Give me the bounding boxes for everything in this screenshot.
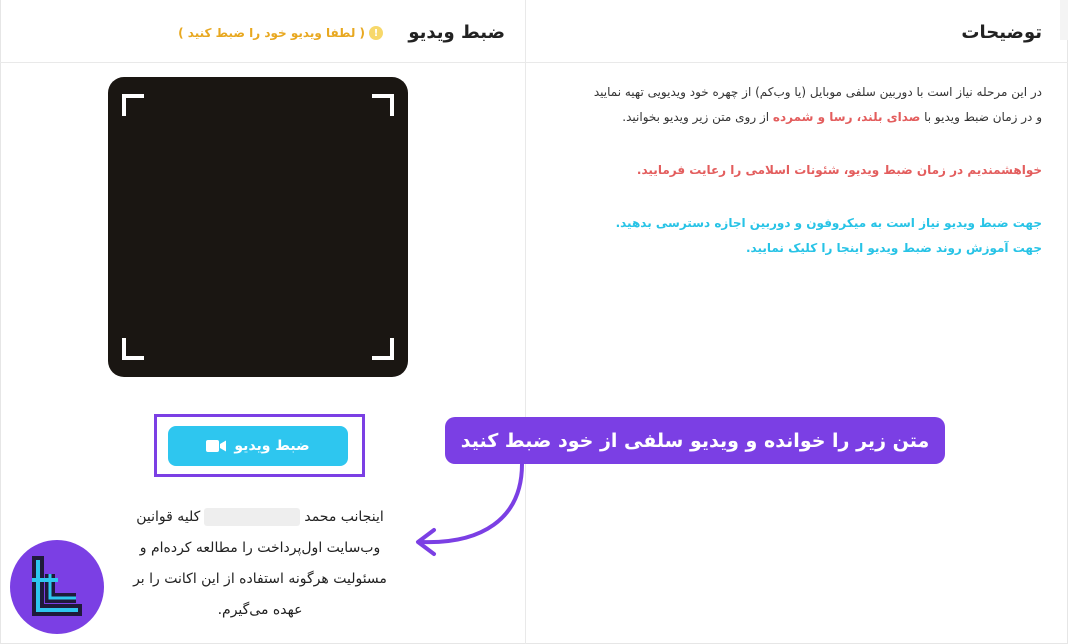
blurred-name	[204, 508, 301, 526]
record-button-label: ضبط ویدیو	[234, 438, 310, 454]
description-title: توضیحات	[961, 22, 1042, 43]
logo-mark-icon	[32, 556, 82, 616]
frame-corner-bottom-right	[372, 338, 394, 360]
commitment-text: اینجانب محمد کلیه قوانین وب‌سایت اول‌پردا…	[110, 502, 410, 626]
islamic-conduct-warning: خواهشمندیم در زمان ضبط ویدیو، شئونات اسل…	[636, 163, 1042, 177]
frame-corner-top-left	[122, 94, 144, 116]
tutorial-link[interactable]: جهت آموزش روند ضبط ویدیو اینجا را کلیک ن…	[542, 236, 1042, 261]
loud-voice-highlight: صدای بلند، رسا و شمرده	[772, 110, 921, 124]
record-video-title: ضبط ویدیو	[408, 22, 505, 43]
description-line-2-suffix: از روی متن زیر ویدیو بخوانید.	[622, 110, 770, 124]
record-hint-text: ( لطفا ویدیو خود را ضبط کنید )	[178, 26, 365, 40]
description-line-2-prefix: و در زمان ضبط ویدیو با	[924, 110, 1042, 124]
frame-corner-bottom-left	[122, 338, 144, 360]
commitment-name-prefix: اینجانب محمد	[304, 509, 384, 525]
video-preview	[108, 77, 408, 377]
description-line-2: و در زمان ضبط ویدیو با صدای بلند، رسا و …	[542, 105, 1042, 130]
warning-icon: !	[369, 26, 383, 40]
frame-corner-top-right	[372, 94, 394, 116]
brand-logo	[10, 540, 104, 634]
description-body: در این مرحله نیاز است با دوربین سلفی موب…	[542, 80, 1042, 261]
commitment-line-4: عهده می‌گیرم.	[217, 602, 303, 618]
annotation-callout: متن زیر را خوانده و ویدیو سلفی از خود ضب…	[445, 417, 945, 464]
annotation-arrow-icon	[416, 462, 524, 556]
scrollbar[interactable]	[1060, 0, 1068, 40]
description-line-1: در این مرحله نیاز است با دوربین سلفی موب…	[593, 85, 1042, 99]
commitment-line-1: اینجانب محمد کلیه قوانین	[110, 502, 410, 533]
video-camera-icon	[206, 440, 227, 452]
commitment-line-2: وب‌سایت اول‌پرداخت را مطالعه کرده‌ام و	[139, 540, 381, 556]
record-video-button[interactable]: ضبط ویدیو	[168, 426, 348, 466]
permission-notice: جهت ضبط ویدیو نیاز است به میکروفون و دور…	[615, 216, 1042, 230]
commitment-line-1-suffix: کلیه قوانین	[136, 509, 201, 525]
commitment-line-3: مسئولیت هرگونه استفاده از این اکانت را ب…	[133, 571, 387, 587]
record-hint: ! ( لطفا ویدیو خود را ضبط کنید )	[178, 26, 383, 40]
header-divider	[0, 62, 1068, 63]
